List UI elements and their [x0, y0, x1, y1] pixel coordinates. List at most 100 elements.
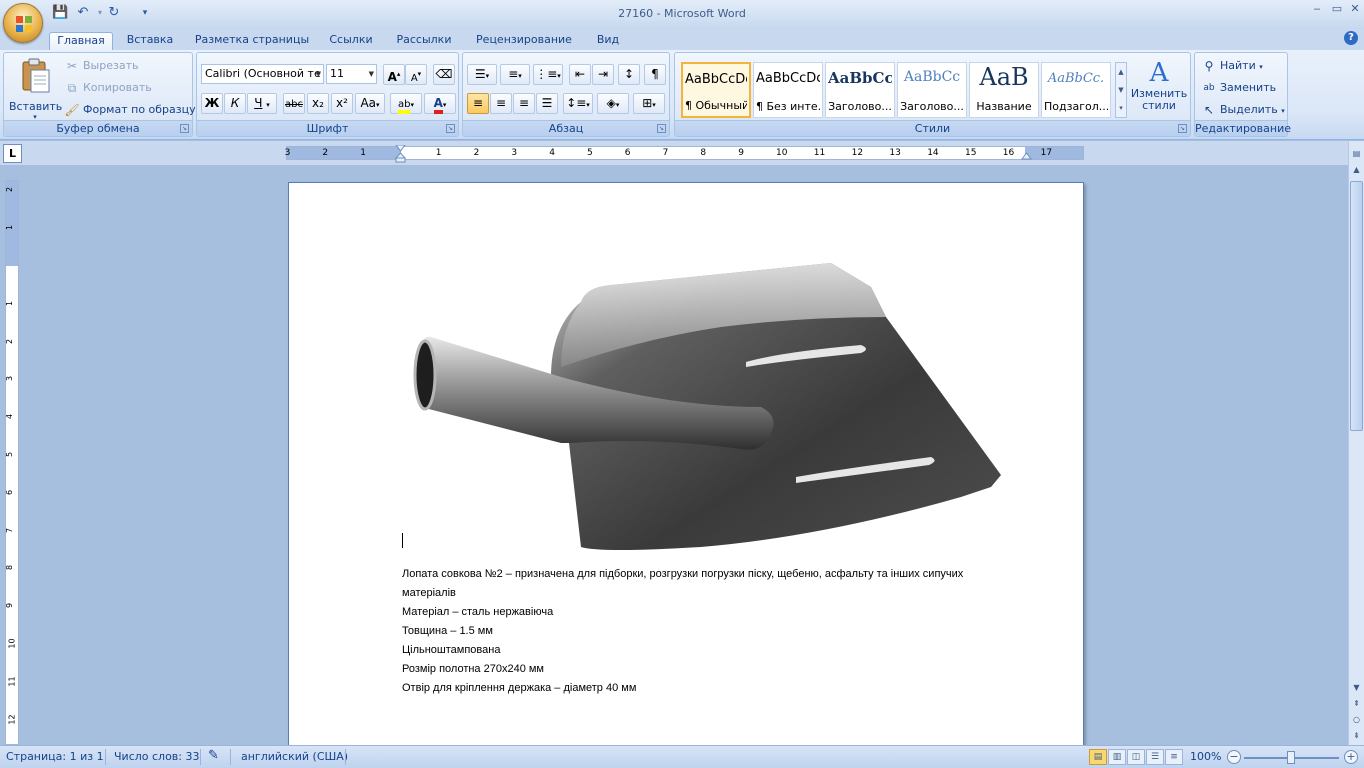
align-center-icon[interactable]: ≡	[490, 93, 512, 114]
style-no-spacing[interactable]: AaBbCcDc ¶ Без инте...	[753, 62, 823, 118]
paragraph[interactable]: Лопата совкова №2 – призначена для підбо…	[402, 565, 1002, 603]
paste-button[interactable]: Вставить ▾	[9, 56, 62, 121]
multilevel-list-icon[interactable]: ⋮≡▾	[533, 64, 563, 85]
increase-indent-icon[interactable]: ⇥	[592, 64, 614, 85]
scroll-up-icon[interactable]: ▲	[1350, 163, 1363, 177]
replace-button[interactable]: ab Заменить	[1201, 78, 1276, 98]
tab-home[interactable]: Главная	[49, 32, 113, 50]
style-heading-2[interactable]: AaBbCc Заголово...	[897, 62, 967, 118]
full-screen-reading-icon[interactable]: ▥	[1108, 749, 1126, 765]
tab-references[interactable]: Ссылки	[322, 32, 380, 50]
print-layout-view-icon[interactable]: ▤	[1089, 749, 1107, 765]
clipboard-launcher-icon[interactable]: ↘	[180, 124, 189, 133]
language[interactable]: английский (США)	[241, 750, 348, 763]
proofing-icon[interactable]: ✎	[208, 748, 219, 763]
select-button[interactable]: ↖ Выделить ▾	[1201, 100, 1285, 120]
grow-font-button[interactable]: A▴	[383, 64, 405, 85]
web-layout-icon[interactable]: ◫	[1127, 749, 1145, 765]
pilcrow-icon[interactable]: ¶	[644, 64, 666, 85]
italic-button[interactable]: К	[224, 93, 246, 114]
select-browse-object-icon[interactable]: ○	[1350, 713, 1363, 727]
paragraph[interactable]: Цільноштампована	[402, 641, 1002, 660]
bold-button[interactable]: Ж	[201, 93, 223, 114]
scroll-down-icon[interactable]: ▼	[1350, 681, 1363, 695]
close-button[interactable]: ✕	[1346, 3, 1364, 17]
next-page-icon[interactable]: ⇟	[1350, 729, 1363, 743]
word-count[interactable]: Число слов: 33	[114, 750, 200, 763]
style-heading-1[interactable]: AaBbCc Заголово...	[825, 62, 895, 118]
office-button[interactable]	[3, 3, 43, 43]
font-color-button[interactable]: A▾	[424, 93, 456, 114]
draft-view-icon[interactable]: ≡	[1165, 749, 1183, 765]
sort-icon[interactable]: ↕	[618, 64, 640, 85]
right-indent-marker-icon[interactable]	[1021, 152, 1032, 161]
paragraph-launcher-icon[interactable]: ↘	[657, 124, 666, 133]
justify-icon[interactable]: ☰	[536, 93, 558, 114]
line-spacing-icon[interactable]: ↕≡▾	[563, 93, 593, 114]
zoom-slider-thumb[interactable]	[1287, 751, 1295, 764]
paragraph[interactable]: Розмір полотна 270x240 мм	[402, 660, 1002, 679]
zoom-in-icon[interactable]: +	[1344, 750, 1358, 764]
styles-launcher-icon[interactable]: ↘	[1178, 124, 1187, 133]
font-size-combo[interactable]: 11 ▼	[326, 64, 377, 84]
underline-button[interactable]: Ч ▾	[247, 93, 277, 114]
zoom-out-icon[interactable]: −	[1227, 750, 1241, 764]
indent-marker-icon[interactable]	[395, 145, 406, 163]
borders-icon[interactable]: ⊞▾	[633, 93, 665, 114]
maximize-button[interactable]: ▭	[1328, 3, 1346, 17]
vertical-scrollbar[interactable]: ▤ ▲ ▼ ⇞ ○ ⇟	[1348, 141, 1364, 745]
document-text[interactable]: Лопата совкова №2 – призначена для підбо…	[402, 565, 1002, 698]
decrease-indent-icon[interactable]: ⇤	[569, 64, 591, 85]
tab-page-layout[interactable]: Разметка страницы	[190, 32, 314, 50]
shovel-image[interactable]	[401, 257, 1006, 553]
shrink-font-button[interactable]: A▾	[405, 64, 427, 85]
minimize-button[interactable]: ‒	[1308, 3, 1326, 17]
ruler-number: 13	[889, 148, 901, 158]
tab-mailings[interactable]: Рассылки	[390, 32, 458, 50]
align-right-icon[interactable]: ≡	[513, 93, 535, 114]
style-normal[interactable]: AaBbCcDc ¶ Обычный	[681, 62, 751, 118]
copy-button[interactable]: ⧉ Копировать	[64, 78, 152, 98]
horizontal-ruler[interactable]: 3 2 1 1 2 3 4 5 6 7 8 9 10 11 12 13 14 15 16 17	[285, 145, 1084, 163]
pointer-icon: ↖	[1203, 103, 1215, 117]
bullets-icon[interactable]: ☰▾	[467, 64, 497, 85]
outline-view-icon[interactable]: ☰	[1146, 749, 1164, 765]
tab-insert[interactable]: Вставка	[122, 32, 178, 50]
page-count[interactable]: Страница: 1 из 1	[6, 750, 104, 763]
paragraph[interactable]: Матеріал – сталь нержавіюча	[402, 603, 1002, 622]
highlight-button[interactable]: ab▾	[390, 93, 422, 114]
style-subtitle[interactable]: AaBbCc. Подзагол...	[1041, 62, 1111, 118]
vertical-ruler[interactable]: 2 1 1 2 3 4 5 6 7 8 9 10 11 12	[5, 180, 19, 745]
help-icon[interactable]: ?	[1344, 31, 1358, 45]
change-case-button[interactable]: Аа▾	[355, 93, 385, 114]
clear-format-icon[interactable]: ⌫	[433, 64, 455, 85]
document-area[interactable]: Лопата совкова №2 – призначена для підбо…	[22, 165, 1348, 745]
styles-scroll[interactable]: ▲ ▼ ▾	[1115, 62, 1127, 118]
view-ruler-icon[interactable]: ▤	[1350, 147, 1363, 161]
style-name: Заголово...	[900, 100, 964, 113]
cut-button[interactable]: ✂ Вырезать	[64, 56, 139, 76]
tab-view[interactable]: Вид	[588, 32, 628, 50]
tab-review[interactable]: Рецензирование	[470, 32, 578, 50]
numbering-icon[interactable]: ≡▾	[500, 64, 530, 85]
font-name-combo[interactable]: Calibri (Основной те ▼	[201, 64, 324, 84]
tab-selector-button[interactable]: L	[3, 144, 22, 163]
zoom-level[interactable]: 100%	[1190, 750, 1221, 763]
find-button[interactable]: ⚲ Найти ▾	[1201, 56, 1263, 76]
change-styles-button[interactable]: A Изменить стили	[1130, 58, 1188, 118]
paragraph[interactable]: Товщина – 1.5 мм	[402, 622, 1002, 641]
font-launcher-icon[interactable]: ↘	[446, 124, 455, 133]
strikethrough-button[interactable]: abc	[283, 93, 305, 114]
previous-page-icon[interactable]: ⇞	[1350, 697, 1363, 711]
brush-icon: 🖌	[64, 103, 80, 117]
document-page[interactable]: Лопата совкова №2 – призначена для підбо…	[288, 182, 1084, 745]
cut-label: Вырезать	[83, 59, 139, 72]
superscript-button[interactable]: x²	[331, 93, 353, 114]
format-painter-button[interactable]: 🖌 Формат по образцу	[64, 100, 195, 120]
align-left-icon[interactable]: ≡	[467, 93, 489, 114]
shading-icon[interactable]: ◈▾	[597, 93, 629, 114]
scrollbar-thumb[interactable]	[1350, 181, 1363, 431]
subscript-button[interactable]: x₂	[307, 93, 329, 114]
paragraph[interactable]: Отвір для кріплення держака – діаметр 40…	[402, 679, 1002, 698]
style-title[interactable]: AaB Название	[969, 62, 1039, 118]
